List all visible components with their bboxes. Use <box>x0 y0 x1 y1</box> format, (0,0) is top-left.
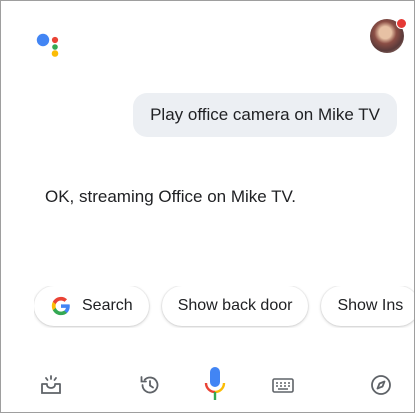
avatar[interactable] <box>370 18 407 53</box>
snapshot-icon[interactable] <box>37 371 65 399</box>
search-chip-label: Search <box>82 297 133 314</box>
keyboard-icon[interactable] <box>269 371 297 399</box>
assistant-reply: OK, streaming Office on Mike TV. <box>45 187 297 206</box>
microphone-icon[interactable] <box>203 365 227 405</box>
google-assistant-logo-icon <box>36 33 59 57</box>
search-chip[interactable]: Search <box>34 286 149 326</box>
show-ins-chip-label: Show Ins <box>337 297 404 314</box>
history-icon[interactable] <box>136 371 164 399</box>
notification-dot <box>396 18 407 29</box>
bottom-bar <box>1 359 414 411</box>
user-query-bubble: Play office camera on Mike TV <box>133 93 397 137</box>
show-back-door-chip[interactable]: Show back door <box>161 286 309 326</box>
explore-compass-icon[interactable] <box>367 371 395 399</box>
suggestion-chips: Search Show back door Show Ins <box>34 286 414 328</box>
show-back-door-chip-label: Show back door <box>177 297 293 314</box>
show-ins-chip[interactable]: Show Ins <box>321 286 414 326</box>
assistant-panel: Play office camera on Mike TV OK, stream… <box>0 0 415 413</box>
google-g-icon <box>51 296 70 316</box>
